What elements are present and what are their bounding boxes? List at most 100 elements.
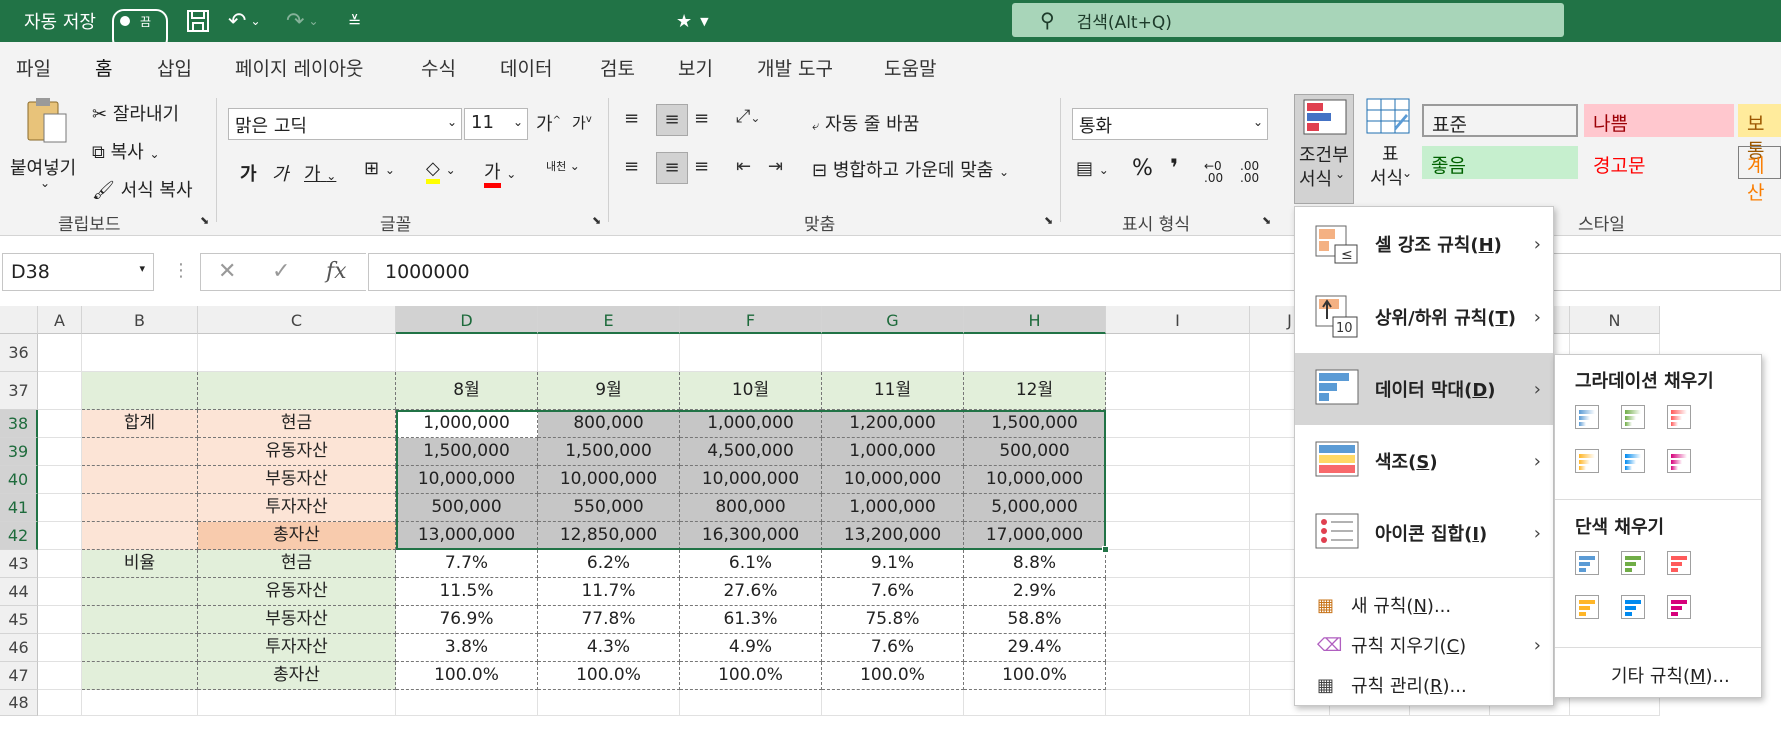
- menu-item-color-scales[interactable]: 색조(S) ›: [1295, 425, 1553, 497]
- row-label-cell[interactable]: 현금: [198, 550, 396, 578]
- alignment-launcher-icon[interactable]: ⬊: [1044, 214, 1053, 227]
- cancel-icon[interactable]: ✕: [218, 259, 236, 284]
- cell[interactable]: [38, 372, 82, 410]
- column-header-i[interactable]: I: [1106, 306, 1250, 334]
- paste-button[interactable]: 붙여넣기 ⌄: [10, 96, 82, 196]
- ratio-cell[interactable]: 29.4%: [964, 634, 1106, 662]
- group-label-cell[interactable]: [82, 438, 198, 466]
- gradient-data-bar-2[interactable]: [1621, 405, 1645, 429]
- menu-item-clear-rules[interactable]: ⌫ 규칙 지우기(C) ›: [1295, 625, 1553, 665]
- menu-item-manage-rules[interactable]: ▦ 규칙 관리(R)...: [1295, 665, 1553, 705]
- cell[interactable]: [1106, 466, 1250, 494]
- value-cell[interactable]: 13,000,000: [396, 522, 538, 550]
- column-header-h[interactable]: H: [964, 306, 1106, 334]
- number-launcher-icon[interactable]: ⬊: [1262, 214, 1271, 227]
- column-header-d[interactable]: D: [396, 306, 538, 334]
- cell[interactable]: [38, 334, 82, 372]
- ratio-cell[interactable]: 100.0%: [396, 662, 538, 690]
- font-name-select[interactable]: 맑은 고딕 ⌄: [228, 108, 462, 140]
- cell[interactable]: [1106, 334, 1250, 372]
- ratio-cell[interactable]: 100.0%: [964, 662, 1106, 690]
- cell[interactable]: [82, 690, 198, 716]
- column-header-f[interactable]: F: [680, 306, 822, 334]
- value-cell[interactable]: 13,200,000: [822, 522, 964, 550]
- row-header-38[interactable]: 38: [0, 410, 38, 438]
- cell[interactable]: [1106, 494, 1250, 522]
- group-label-cell[interactable]: [82, 494, 198, 522]
- clipboard-launcher-icon[interactable]: ⬊: [200, 214, 209, 227]
- menu-item-icon-sets[interactable]: 아이콘 집합(I) ›: [1295, 497, 1553, 569]
- underline-button[interactable]: 가 ⌄: [304, 160, 336, 186]
- row-label-cell[interactable]: 총자산: [198, 522, 396, 550]
- value-cell[interactable]: 10,000,000: [964, 466, 1106, 494]
- row-label-cell[interactable]: 현금: [198, 410, 396, 438]
- cell[interactable]: [38, 634, 82, 662]
- group-label-cell[interactable]: 합계: [82, 410, 198, 438]
- solid-data-bar-4[interactable]: [1575, 595, 1599, 619]
- row-label-cell[interactable]: 부동자산: [198, 466, 396, 494]
- percent-button[interactable]: %: [1132, 156, 1153, 181]
- cell[interactable]: [1106, 606, 1250, 634]
- value-cell[interactable]: 1,500,000: [396, 438, 538, 466]
- value-cell[interactable]: 17,000,000: [964, 522, 1106, 550]
- align-top-icon[interactable]: ≡: [624, 108, 639, 129]
- gradient-data-bar-5[interactable]: [1621, 449, 1645, 473]
- cell[interactable]: [38, 522, 82, 550]
- name-box[interactable]: D38 ▾: [2, 253, 154, 291]
- value-cell[interactable]: 12,850,000: [538, 522, 680, 550]
- phonetic-button[interactable]: 내천 ⌄: [546, 158, 580, 174]
- row-header-48[interactable]: 48: [0, 690, 38, 716]
- increase-decimal-button[interactable]: ←0.00: [1204, 160, 1223, 184]
- value-cell[interactable]: 10,000,000: [396, 466, 538, 494]
- cell[interactable]: [964, 334, 1106, 372]
- value-cell[interactable]: 1,000,000: [822, 438, 964, 466]
- font-size-select[interactable]: 11 ⌄: [464, 108, 528, 140]
- style-neutral[interactable]: 보통: [1738, 104, 1781, 162]
- cell[interactable]: [1106, 634, 1250, 662]
- align-middle-icon[interactable]: ≡: [656, 104, 688, 136]
- solid-data-bar-3[interactable]: [1667, 551, 1691, 575]
- ratio-cell[interactable]: 11.7%: [538, 578, 680, 606]
- style-good[interactable]: 좋음: [1422, 146, 1578, 179]
- row-header-40[interactable]: 40: [0, 466, 38, 494]
- favorite-button[interactable]: ★ ▼: [676, 0, 709, 42]
- cell[interactable]: [1106, 372, 1250, 410]
- row-label-cell[interactable]: 투자자산: [198, 634, 396, 662]
- row-header-41[interactable]: 41: [0, 494, 38, 522]
- ratio-cell[interactable]: 9.1%: [822, 550, 964, 578]
- value-cell[interactable]: 4,500,000: [680, 438, 822, 466]
- column-header-e[interactable]: E: [538, 306, 680, 334]
- grow-font-button[interactable]: 가^: [536, 110, 561, 136]
- cell[interactable]: [396, 334, 538, 372]
- cell[interactable]: [1106, 578, 1250, 606]
- group-label-cell[interactable]: [82, 522, 198, 550]
- column-header-n[interactable]: N: [1570, 306, 1660, 334]
- undo-button[interactable]: ↶ ⌄: [228, 0, 261, 42]
- decrease-decimal-button[interactable]: .00.00: [1240, 160, 1259, 184]
- ratio-cell[interactable]: 100.0%: [680, 662, 822, 690]
- value-cell[interactable]: 1,200,000: [822, 410, 964, 438]
- row-header-39[interactable]: 39: [0, 438, 38, 466]
- value-cell[interactable]: 1,000,000: [680, 410, 822, 438]
- align-center-icon[interactable]: ≡: [656, 152, 688, 184]
- cell[interactable]: [1106, 522, 1250, 550]
- enter-icon[interactable]: ✓: [272, 259, 290, 284]
- group-label-cell[interactable]: [82, 606, 198, 634]
- cut-button[interactable]: ✂ 잘라내기: [92, 100, 179, 126]
- number-format-select[interactable]: 통화 ⌄: [1072, 108, 1268, 140]
- style-bad[interactable]: 나쁨: [1584, 104, 1734, 137]
- bold-button[interactable]: 가: [240, 160, 257, 186]
- orientation-icon[interactable]: ⤢⌄: [736, 106, 760, 127]
- tab-review[interactable]: 검토: [600, 54, 635, 81]
- row-header-47[interactable]: 47: [0, 662, 38, 690]
- cell[interactable]: [38, 466, 82, 494]
- redo-button[interactable]: ↷ ⌄: [286, 0, 319, 42]
- value-cell[interactable]: 16,300,000: [680, 522, 822, 550]
- borders-button[interactable]: ⊞ ⌄: [364, 158, 395, 179]
- month-header[interactable]: 12월: [964, 372, 1106, 410]
- tab-view[interactable]: 보기: [678, 54, 713, 81]
- ratio-cell[interactable]: 77.8%: [538, 606, 680, 634]
- value-cell[interactable]: 500,000: [396, 494, 538, 522]
- menu-item-new-rule[interactable]: ▦ 새 규칙(N)...: [1295, 585, 1553, 625]
- value-cell[interactable]: 550,000: [538, 494, 680, 522]
